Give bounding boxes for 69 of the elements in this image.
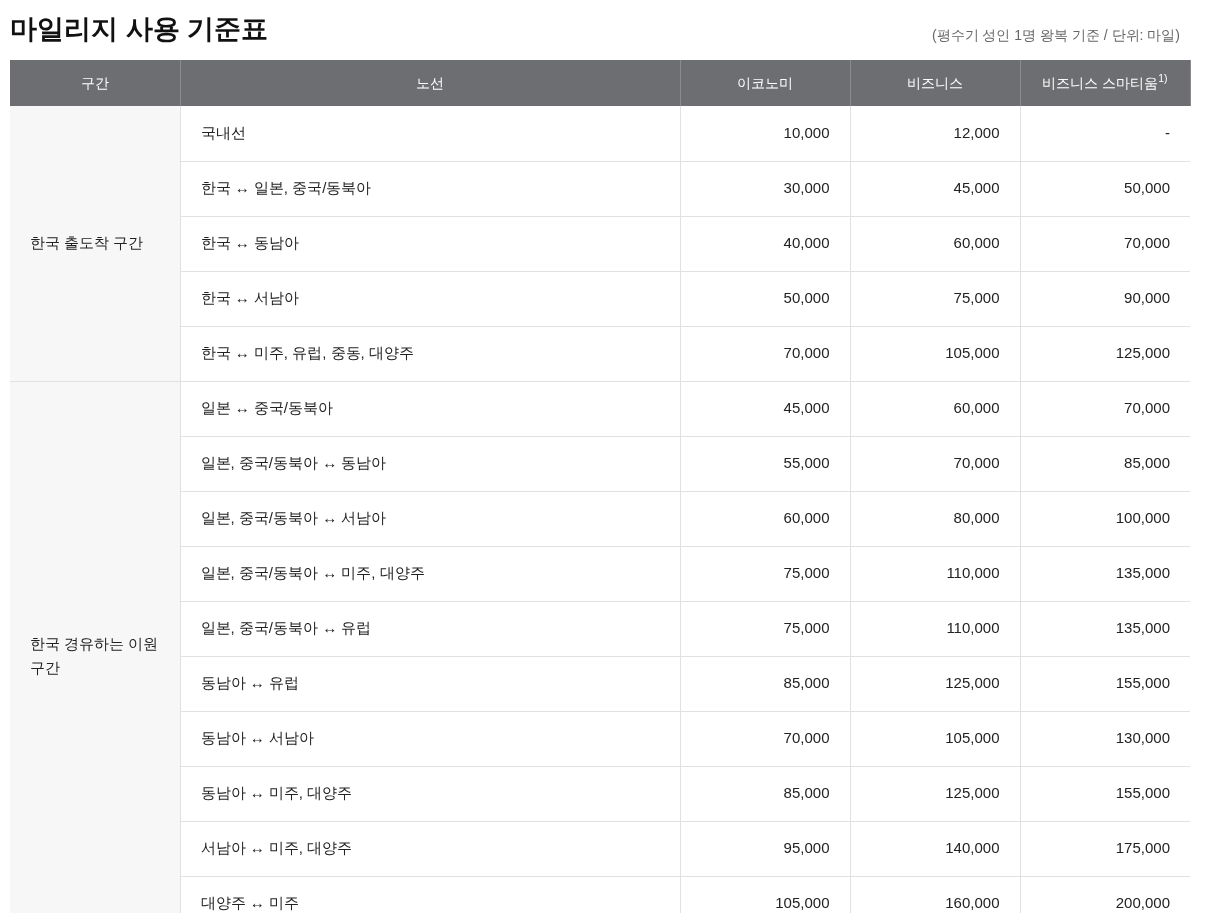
table-cell: 70,000 (1020, 216, 1190, 271)
page-title: 마일리지 사용 기준표 (10, 13, 268, 46)
route-cell: 대양주 ↔ 미주 (180, 876, 680, 913)
route-cell: 동남아 ↔ 미주, 대양주 (180, 766, 680, 821)
table-cell: 80,000 (850, 491, 1020, 546)
table-cell: 75,000 (850, 271, 1020, 326)
table-cell: 70,000 (1020, 381, 1190, 436)
table-cell: 85,000 (680, 656, 850, 711)
route-cell: 한국 ↔ 동남아 (180, 216, 680, 271)
route-cell: 일본 ↔ 중국/동북아 (180, 381, 680, 436)
table-cell: 60,000 (850, 216, 1020, 271)
column-header: 비즈니스 스마티움$^{1)}$ (1020, 60, 1190, 106)
table-cell: 105,000 (850, 711, 1020, 766)
table-cell: 45,000 (850, 161, 1020, 216)
table-cell: 125,000 (850, 656, 1020, 711)
route-cell: 한국 ↔ 일본, 중국/동북아 (180, 161, 680, 216)
table-cell: 70,000 (850, 436, 1020, 491)
route-cell: 서남아 ↔ 미주, 대양주 (180, 821, 680, 876)
column-header: 비즈니스 (850, 60, 1020, 106)
table-cell: 160,000 (850, 876, 1020, 913)
table-cell: 200,000 (1020, 876, 1190, 913)
table-cell: 85,000 (680, 766, 850, 821)
table-cell: 155,000 (1020, 656, 1190, 711)
group-cell: 한국 경유하는 이원구간 (10, 381, 180, 913)
table-cell: 90,000 (1020, 271, 1190, 326)
group-cell: 한국 출도착 구간 (10, 106, 180, 381)
table-cell: 75,000 (680, 601, 850, 656)
route-cell: 동남아 ↔ 서남아 (180, 711, 680, 766)
table-cell: 135,000 (1020, 601, 1190, 656)
table-cell: 10,000 (680, 106, 850, 161)
table-cell: 100,000 (1020, 491, 1190, 546)
table-cell: 135,000 (1020, 546, 1190, 601)
route-cell: 동남아 ↔ 유럽 (180, 656, 680, 711)
table-cell: 105,000 (850, 326, 1020, 381)
route-cell: 한국 ↔ 서남아 (180, 271, 680, 326)
table-cell: 105,000 (680, 876, 850, 913)
column-header: 구간 (10, 60, 180, 106)
table-cell: 40,000 (680, 216, 850, 271)
column-header: 이코노미 (680, 60, 850, 106)
table-cell: 50,000 (1020, 161, 1190, 216)
table-cell: 175,000 (1020, 821, 1190, 876)
table-cell: 110,000 (850, 601, 1020, 656)
table-cell: 60,000 (850, 381, 1020, 436)
table-cell: 30,000 (680, 161, 850, 216)
table-cell: 130,000 (1020, 711, 1190, 766)
table-cell: 140,000 (850, 821, 1020, 876)
route-cell: 국내선 (180, 106, 680, 161)
table-cell: 12,000 (850, 106, 1020, 161)
table-cell: 70,000 (680, 326, 850, 381)
table-note: (평수기 성인 1명 왕복 기준 / 단위: 마일) (931, 26, 1180, 45)
table-cell: 50,000 (680, 271, 850, 326)
table-cell: 155,000 (1020, 766, 1190, 821)
route-cell: 한국 ↔ 미주, 유럽, 중동, 대양주 (180, 326, 680, 381)
table-cell: 55,000 (680, 436, 850, 491)
route-cell: 일본, 중국/동북아 ↔ 미주, 대양주 (180, 546, 680, 601)
table-cell: 85,000 (1020, 436, 1190, 491)
table-cell: 70,000 (680, 711, 850, 766)
table-cell: 95,000 (680, 821, 850, 876)
table-cell: 60,000 (680, 491, 850, 546)
column-header: 노선 (180, 60, 680, 106)
route-cell: 일본, 중국/동북아 ↔ 서남아 (180, 491, 680, 546)
route-cell: 일본, 중국/동북아 ↔ 동남아 (180, 436, 680, 491)
table-cell: 45,000 (680, 381, 850, 436)
table-cell: - (1020, 106, 1190, 161)
table-cell: 75,000 (680, 546, 850, 601)
table-cell: 110,000 (850, 546, 1020, 601)
table-cell: 125,000 (1020, 326, 1190, 381)
table-cell: 125,000 (850, 766, 1020, 821)
route-cell: 일본, 중국/동북아 ↔ 유럽 (180, 601, 680, 656)
